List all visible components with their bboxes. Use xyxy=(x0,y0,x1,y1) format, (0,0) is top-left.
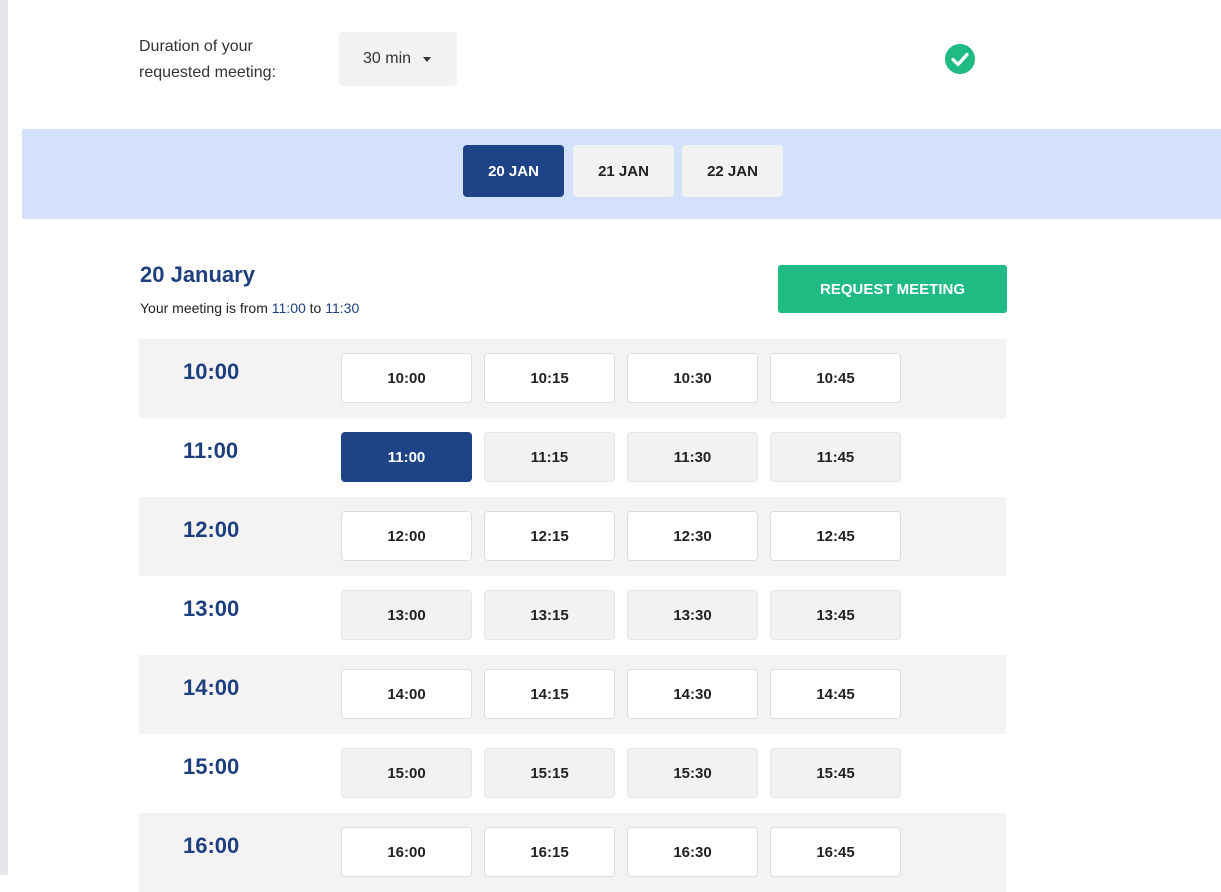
hour-row-12: 12:00 12:00 12:15 12:30 12:45 xyxy=(139,497,1006,576)
time-slot-16-30[interactable]: 16:30 xyxy=(627,827,758,877)
time-slot-13-45[interactable]: 13:45 xyxy=(770,590,901,640)
time-slot-16-15[interactable]: 16:15 xyxy=(484,827,615,877)
hour-label: 11:00 xyxy=(183,438,239,463)
day-title: 20 January xyxy=(140,262,255,287)
summary-prefix: Your meeting is from xyxy=(140,300,268,316)
time-slot-10-00[interactable]: 10:00 xyxy=(341,353,472,403)
time-slot-11-45[interactable]: 11:45 xyxy=(770,432,901,482)
hour-label: 13:00 xyxy=(183,596,240,621)
time-slot-12-00[interactable]: 12:00 xyxy=(341,511,472,561)
duration-value: 30 min xyxy=(363,50,412,67)
time-slot-grid: 10:00 10:00 10:15 10:30 10:45 11:00 11:0… xyxy=(139,339,1006,892)
time-slot-16-45[interactable]: 16:45 xyxy=(770,827,901,877)
time-slot-10-30[interactable]: 10:30 xyxy=(627,353,758,403)
summary-connector: to xyxy=(309,300,322,316)
time-slot-13-30[interactable]: 13:30 xyxy=(627,590,758,640)
time-slot-12-30[interactable]: 12:30 xyxy=(627,511,758,561)
summary-start-time: 11:00 xyxy=(271,300,306,316)
time-slot-11-00[interactable]: 11:00 xyxy=(341,432,472,482)
hour-label: 15:00 xyxy=(183,754,240,779)
time-slot-10-15[interactable]: 10:15 xyxy=(484,353,615,403)
caret-down-icon xyxy=(423,56,432,62)
hour-row-11: 11:00 11:00 11:15 11:30 11:45 xyxy=(139,418,1006,497)
time-slot-12-45[interactable]: 12:45 xyxy=(770,511,901,561)
meeting-summary: Your meeting is from 11:00 to 11:30 xyxy=(140,300,359,316)
hour-row-14: 14:00 14:00 14:15 14:30 14:45 xyxy=(139,655,1006,734)
duration-label: Duration of your requested meeting: xyxy=(139,38,276,81)
hour-label: 14:00 xyxy=(183,675,240,700)
hour-row-13: 13:00 13:00 13:15 13:30 13:45 xyxy=(139,576,1006,655)
time-slot-14-00[interactable]: 14:00 xyxy=(341,669,472,719)
time-slot-15-00[interactable]: 15:00 xyxy=(341,748,472,798)
duration-select[interactable]: 30 min xyxy=(339,32,457,86)
summary-end-time: 11:30 xyxy=(325,300,360,316)
time-slot-12-15[interactable]: 12:15 xyxy=(484,511,615,561)
time-slot-14-45[interactable]: 14:45 xyxy=(770,669,901,719)
time-slot-14-30[interactable]: 14:30 xyxy=(627,669,758,719)
time-slot-13-00[interactable]: 13:00 xyxy=(341,590,472,640)
time-slot-13-15[interactable]: 13:15 xyxy=(484,590,615,640)
hour-row-15: 15:00 15:00 15:15 15:30 15:45 xyxy=(139,734,1006,813)
time-slot-11-30[interactable]: 11:30 xyxy=(627,432,758,482)
left-rail xyxy=(0,0,8,875)
time-slot-10-45[interactable]: 10:45 xyxy=(770,353,901,403)
date-tab-22-jan[interactable]: 22 JAN xyxy=(682,145,783,197)
hour-label: 12:00 xyxy=(183,517,240,542)
hour-label: 10:00 xyxy=(183,359,240,384)
hour-label: 16:00 xyxy=(183,833,240,858)
time-slot-15-15[interactable]: 15:15 xyxy=(484,748,615,798)
request-meeting-button[interactable]: REQUEST MEETING xyxy=(778,265,1007,313)
time-slot-15-45[interactable]: 15:45 xyxy=(770,748,901,798)
time-slot-14-15[interactable]: 14:15 xyxy=(484,669,615,719)
date-tab-21-jan[interactable]: 21 JAN xyxy=(573,145,674,197)
date-tab-20-jan[interactable]: 20 JAN xyxy=(463,145,564,197)
check-circle-icon xyxy=(945,44,975,74)
time-slot-16-00[interactable]: 16:00 xyxy=(341,827,472,877)
hour-row-10: 10:00 10:00 10:15 10:30 10:45 xyxy=(139,339,1006,418)
time-slot-15-30[interactable]: 15:30 xyxy=(627,748,758,798)
time-slot-11-15[interactable]: 11:15 xyxy=(484,432,615,482)
hour-row-16: 16:00 16:00 16:15 16:30 16:45 xyxy=(139,813,1006,892)
